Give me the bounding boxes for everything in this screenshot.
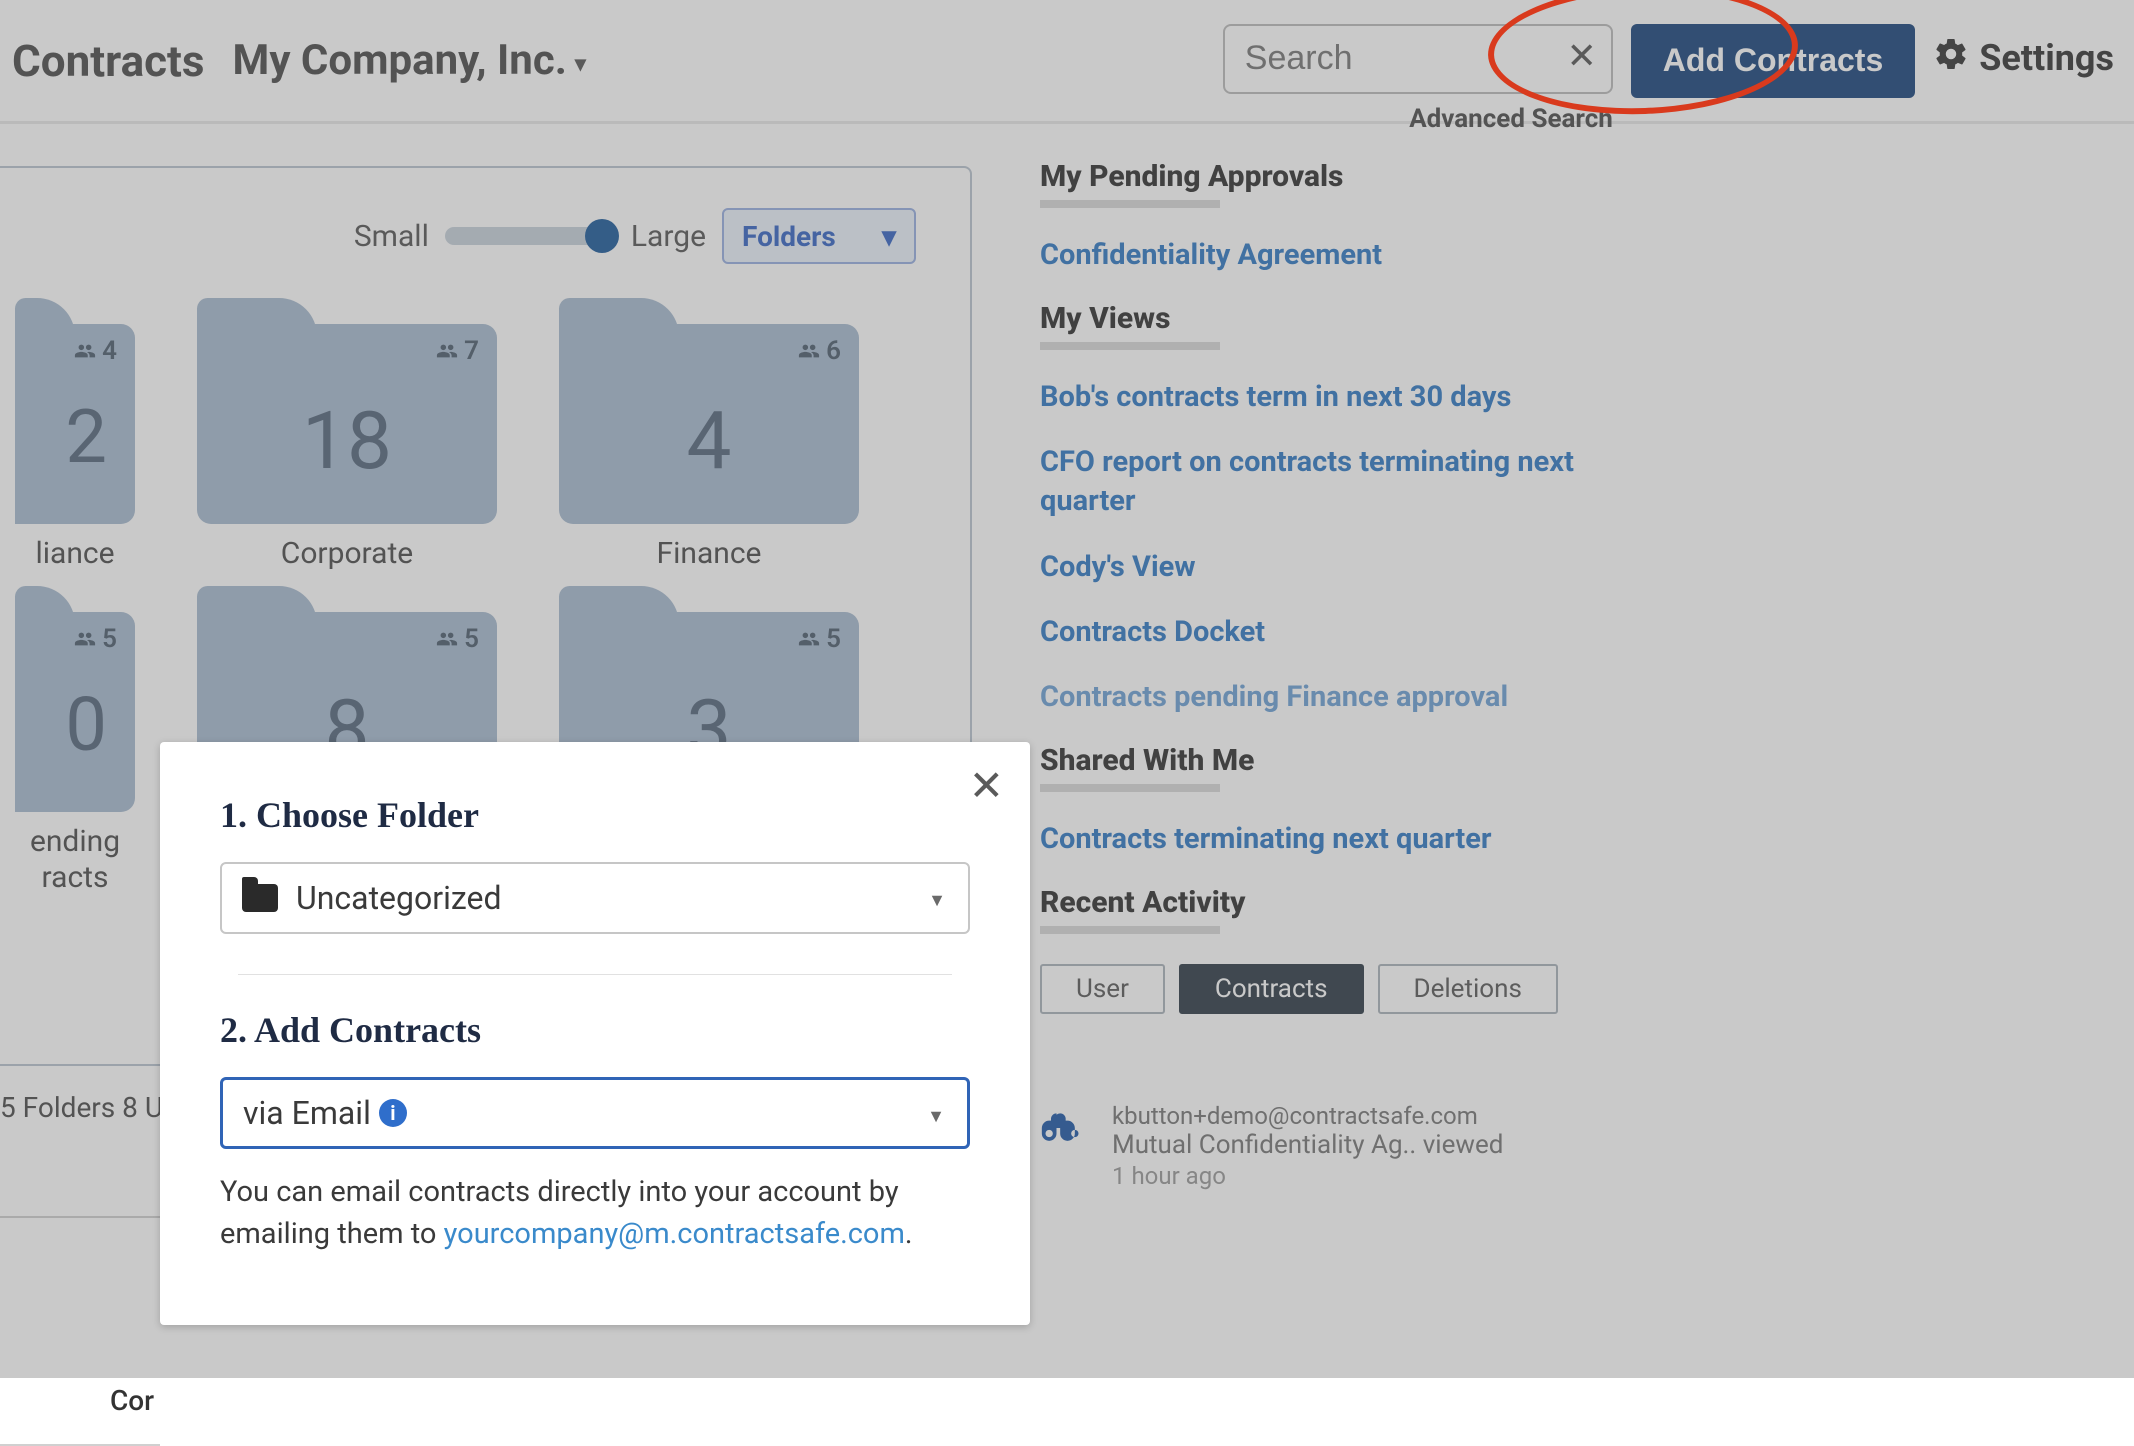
folder-count: 18: [197, 394, 497, 488]
folders-footer-count: 5 Folders 8 U: [0, 1091, 163, 1124]
activity-title: Mutual Confidentiality Ag.. viewed: [1112, 1130, 1503, 1160]
folder-tile[interactable]: 50ending racts: [0, 612, 150, 896]
company-name: My Company, Inc.: [233, 36, 567, 85]
folder-icon: 64: [559, 324, 859, 524]
modal-step1-heading: 1. Choose Folder: [220, 794, 970, 836]
chevron-down-icon: ▼: [928, 890, 946, 911]
folder-label: Finance: [657, 536, 762, 572]
chevron-down-icon: ▼: [927, 1106, 945, 1127]
section-rule: [1040, 926, 1220, 934]
caret-down-icon: ▾: [575, 52, 586, 77]
activity-user: kbutton+demo@contractsafe.com: [1112, 1102, 1503, 1130]
add-method-value: via Email: [243, 1094, 371, 1132]
view-link[interactable]: Cody's View: [1040, 548, 1600, 587]
folder-icon: 50: [15, 612, 135, 812]
intake-email-link[interactable]: yourcompany@m.contractsafe.com: [444, 1217, 905, 1251]
add-contracts-button[interactable]: Add Contracts: [1631, 24, 1915, 98]
folder-count: 4: [559, 394, 859, 488]
shared-link[interactable]: Contracts terminating next quarter: [1040, 820, 1600, 859]
folder-tile[interactable]: 42liance: [0, 324, 150, 572]
view-mode-value: Folders: [742, 220, 836, 253]
folder-tile[interactable]: 7 18 Corporate: [182, 324, 512, 572]
modal-divider: [238, 974, 952, 975]
tile-size-slider[interactable]: [445, 227, 615, 245]
settings-label: Settings: [1979, 37, 2114, 79]
choose-folder-value: Uncategorized: [296, 879, 502, 917]
binoculars-icon: [1040, 1106, 1084, 1160]
activity-tab-user[interactable]: User: [1040, 964, 1165, 1014]
size-small-label: Small: [354, 219, 429, 254]
activity-row[interactable]: kbutton+demo@contractsafe.com Mutual Con…: [1040, 1102, 2074, 1190]
modal-help-text: You can email contracts directly into yo…: [220, 1171, 970, 1255]
shared-with-me-heading: Shared With Me: [1040, 743, 2074, 778]
folder-label: ending racts: [15, 824, 135, 896]
folder-count: 0: [15, 682, 135, 769]
activity-time: 1 hour ago: [1112, 1162, 1503, 1190]
folder-count: 2: [15, 394, 135, 481]
section-rule: [1040, 784, 1220, 792]
section-rule: [1040, 342, 1220, 350]
gear-icon: [1933, 36, 1969, 81]
chevron-down-icon: ▾: [882, 220, 896, 253]
brand-title: Contracts: [12, 35, 205, 87]
view-link[interactable]: Contracts pending Finance approval: [1040, 678, 1600, 717]
bottom-tab[interactable]: Cor: [110, 1384, 154, 1417]
slider-thumb[interactable]: [585, 219, 619, 253]
advanced-search-link[interactable]: Advanced Search: [1409, 104, 1613, 134]
folder-people-count: 6: [796, 336, 841, 366]
modal-step2-heading: 2. Add Contracts: [220, 1009, 970, 1051]
folder-people-count: 5: [434, 624, 479, 654]
folder-label: liance: [15, 536, 135, 572]
folder-label: Corporate: [281, 536, 413, 572]
clear-search-icon[interactable]: ✕: [1567, 38, 1597, 74]
search-area: ✕ Advanced Search: [1223, 24, 1613, 94]
pending-approvals-heading: My Pending Approvals: [1040, 159, 2074, 194]
search-input[interactable]: [1223, 24, 1613, 94]
info-icon[interactable]: i: [379, 1099, 407, 1127]
view-link[interactable]: Contracts Docket: [1040, 613, 1600, 652]
folder-icon: [242, 884, 278, 912]
close-icon[interactable]: ✕: [969, 766, 1004, 808]
app-header: Contracts My Company, Inc. ▾ ✕ Advanced …: [0, 0, 2134, 124]
add-contracts-modal: ✕ 1. Choose Folder Uncategorized ▼ 2. Ad…: [160, 742, 1030, 1325]
folder-people-count: 5: [72, 624, 117, 654]
company-switcher[interactable]: My Company, Inc. ▾: [233, 36, 586, 85]
folder-people-count: 4: [72, 336, 117, 366]
size-large-label: Large: [631, 219, 706, 254]
view-link[interactable]: CFO report on contracts terminating next…: [1040, 443, 1600, 521]
view-link[interactable]: Bob's contracts term in next 30 days: [1040, 378, 1600, 417]
view-mode-select[interactable]: Folders ▾: [722, 208, 916, 264]
folder-people-count: 5: [796, 624, 841, 654]
activity-tab-deletions[interactable]: Deletions: [1378, 964, 1558, 1014]
recent-activity-heading: Recent Activity: [1040, 885, 2074, 920]
activity-tab-contracts[interactable]: Contracts: [1179, 964, 1364, 1014]
add-method-select[interactable]: via Email i ▼: [220, 1077, 970, 1149]
folder-icon: 42: [15, 324, 135, 524]
section-rule: [1040, 200, 1220, 208]
pending-approval-link[interactable]: Confidentiality Agreement: [1040, 236, 1600, 275]
folder-tile[interactable]: 64Finance: [544, 324, 874, 572]
folder-icon: 7 18: [197, 324, 497, 524]
folder-people-count: 7: [434, 336, 479, 366]
choose-folder-select[interactable]: Uncategorized ▼: [220, 862, 970, 934]
my-views-heading: My Views: [1040, 301, 2074, 336]
settings-link[interactable]: Settings: [1933, 36, 2114, 81]
